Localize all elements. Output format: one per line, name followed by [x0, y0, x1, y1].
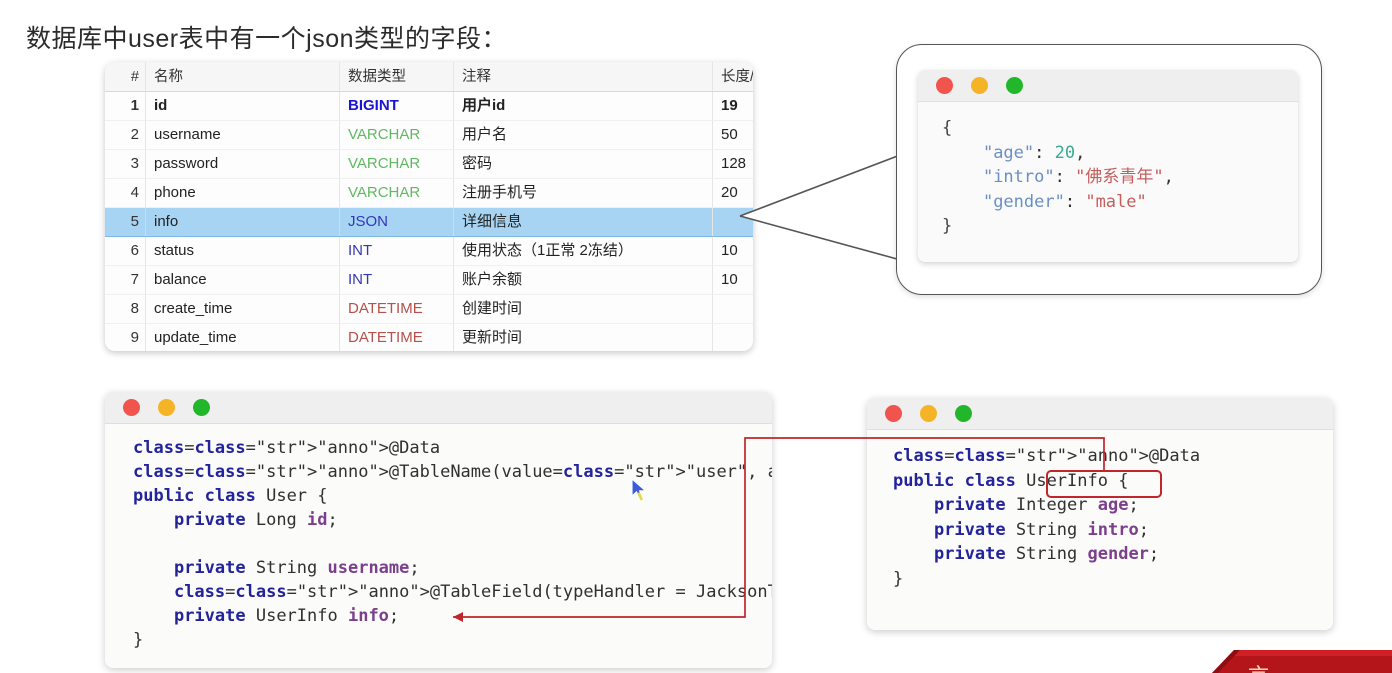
user-class-code-content[interactable]: class=class="str">"anno">@Data class=cla… — [105, 424, 772, 652]
cell-index: 5 — [105, 207, 146, 237]
column-header-index: # — [105, 62, 146, 92]
json-preview-window: { "age": 20, "intro": "佛系青年", "gender": … — [918, 70, 1298, 262]
table-row[interactable]: 4 phone VARCHAR 注册手机号 20 — [105, 178, 753, 208]
cell-index: 6 — [105, 236, 146, 266]
cell-datatype: DATETIME — [339, 323, 454, 351]
userinfo-class-code-window: class=class="str">"anno">@Data public cl… — [867, 398, 1333, 630]
column-header-comment: 注释 — [453, 62, 713, 92]
table-row[interactable]: 1 id BIGINT 用户id 19 — [105, 91, 753, 121]
cell-index: 8 — [105, 294, 146, 324]
cell-index: 4 — [105, 178, 146, 208]
cell-comment: 密码 — [453, 149, 713, 179]
table-row[interactable]: 2 username VARCHAR 用户名 50 — [105, 120, 753, 150]
cell-comment: 更新时间 — [453, 323, 713, 351]
banner-ribbon-shape — [1212, 650, 1392, 673]
cell-column-name: status — [145, 236, 340, 266]
table-header: # 名称 数据类型 注释 长度/集合 — [105, 62, 753, 92]
cell-comment: 注册手机号 — [453, 178, 713, 208]
minimize-window-icon[interactable] — [971, 77, 988, 94]
cell-column-name: update_time — [145, 323, 340, 351]
cell-datatype: VARCHAR — [339, 178, 454, 208]
close-window-icon[interactable] — [885, 405, 902, 422]
cell-length: 20 — [712, 178, 753, 208]
close-window-icon[interactable] — [123, 399, 140, 416]
cell-length — [712, 323, 753, 351]
json-code-content: { "age": 20, "intro": "佛系青年", "gender": … — [942, 118, 1174, 236]
cell-column-name: password — [145, 149, 340, 179]
cell-index: 9 — [105, 323, 146, 351]
cell-length — [712, 207, 753, 237]
cell-datatype: INT — [339, 236, 454, 266]
userinfo-window-titlebar — [867, 398, 1333, 430]
cell-length: 10 — [712, 236, 753, 266]
table-row[interactable]: 6 status INT 使用状态（1正常 2冻结） 10 — [105, 236, 753, 266]
table-row[interactable]: 8 create_time DATETIME 创建时间 — [105, 294, 753, 324]
json-window-titlebar — [918, 70, 1298, 102]
cell-comment: 详细信息 — [453, 207, 713, 237]
table-row[interactable]: 5 info JSON 详细信息 — [105, 207, 753, 237]
cell-comment: 使用状态（1正常 2冻结） — [453, 236, 713, 266]
cell-comment: 创建时间 — [453, 294, 713, 324]
cell-index: 3 — [105, 149, 146, 179]
maximize-window-icon[interactable] — [955, 405, 972, 422]
cell-datatype: INT — [339, 265, 454, 295]
table-row[interactable]: 9 update_time DATETIME 更新时间 — [105, 323, 753, 351]
minimize-window-icon[interactable] — [158, 399, 175, 416]
cell-column-name: create_time — [145, 294, 340, 324]
column-header-length: 长度/集合 — [712, 62, 753, 92]
maximize-window-icon[interactable] — [1006, 77, 1023, 94]
cell-index: 1 — [105, 91, 146, 121]
cell-length: 128 — [712, 149, 753, 179]
cell-comment: 账户余额 — [453, 265, 713, 295]
cell-length: 50 — [712, 120, 753, 150]
database-table-panel: # 名称 数据类型 注释 长度/集合 1idBIGINT用户id192usern… — [105, 62, 753, 351]
minimize-window-icon[interactable] — [920, 405, 937, 422]
cell-column-name: phone — [145, 178, 340, 208]
cell-index: 7 — [105, 265, 146, 295]
cell-column-name: username — [145, 120, 340, 150]
cell-column-name: balance — [145, 265, 340, 295]
cell-datatype: DATETIME — [339, 294, 454, 324]
page-title: 数据库中user表中有一个json类型的字段： — [26, 25, 507, 53]
maximize-window-icon[interactable] — [193, 399, 210, 416]
table-body: 1 id BIGINT 用户id 19 2 username VARCHAR 用户名 50 3 pas… — [105, 91, 753, 351]
cell-column-name: info — [145, 207, 340, 237]
table-header-row: # 名称 数据类型 注释 长度/集合 — [105, 62, 753, 92]
cell-comment: 用户id — [453, 91, 713, 121]
cell-index: 2 — [105, 120, 146, 150]
userinfo-class-code-content[interactable]: class=class="str">"anno">@Data public cl… — [867, 430, 1333, 591]
cell-length: 10 — [712, 265, 753, 295]
cell-column-name: id — [145, 91, 340, 121]
cell-datatype: JSON — [339, 207, 454, 237]
cell-datatype: VARCHAR — [339, 149, 454, 179]
table-row[interactable]: 3 password VARCHAR 密码 128 — [105, 149, 753, 179]
cell-length — [712, 294, 753, 324]
cell-comment: 用户名 — [453, 120, 713, 150]
column-header-name: 名称 — [145, 62, 340, 92]
bottom-right-banner: 言 — [1200, 646, 1392, 673]
cell-datatype: VARCHAR — [339, 120, 454, 150]
mouse-cursor — [631, 478, 647, 501]
table-row[interactable]: 7 balance INT 账户余额 10 — [105, 265, 753, 295]
user-window-titlebar — [105, 392, 772, 424]
close-window-icon[interactable] — [936, 77, 953, 94]
banner-text: 言 — [1248, 660, 1269, 673]
cell-datatype: BIGINT — [339, 91, 454, 121]
user-class-code-window: class=class="str">"anno">@Data class=cla… — [105, 392, 772, 668]
cell-length: 19 — [712, 91, 753, 121]
user-table-columns-grid: # 名称 数据类型 注释 长度/集合 1idBIGINT用户id192usern… — [105, 62, 753, 351]
callout-tail — [739, 144, 910, 270]
column-header-datatype: 数据类型 — [339, 62, 454, 92]
